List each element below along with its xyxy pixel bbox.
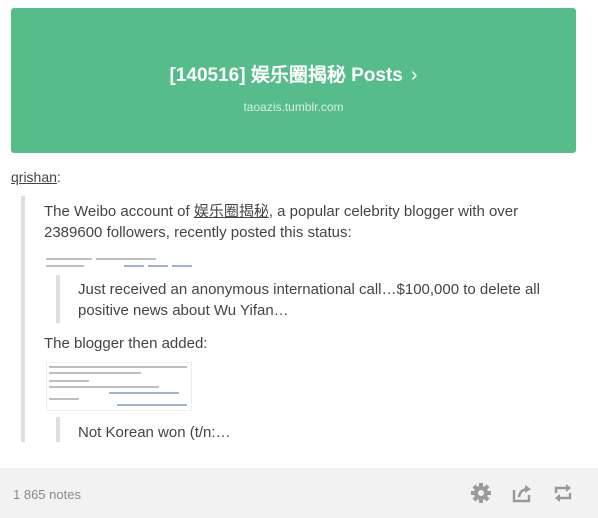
quote-block-1: Just received an anonymous international… [56, 275, 580, 323]
author-colon: : [56, 169, 61, 185]
banner-title[interactable]: [140516] 娱乐圈揭秘 Posts › [11, 60, 576, 87]
share-icon[interactable] [511, 482, 533, 504]
notes-count[interactable]: 1 865 notes [13, 487, 81, 502]
post-author: qrishan: [11, 169, 61, 185]
banner-url: taoazis.tumblr.com [243, 100, 344, 114]
weibo-screenshot-2[interactable] [46, 362, 192, 411]
banner-title-text: [140516] 娱乐圈揭秘 Posts [169, 65, 403, 86]
quote-paragraph-2: The blogger then added: [44, 335, 208, 352]
gear-icon[interactable] [470, 482, 492, 504]
weibo-account-link[interactable]: 娱乐圈揭秘 [194, 203, 269, 220]
reblog-icon[interactable] [552, 482, 574, 504]
quote-paragraph-1: The Weibo account of 娱乐圈揭秘, a popular ce… [44, 201, 574, 243]
author-link[interactable]: qrishan [11, 169, 57, 185]
reblog-quote: The Weibo account of 娱乐圈揭秘, a popular ce… [21, 196, 587, 442]
quote-block-2: Not Korean won (t/n:… [56, 417, 360, 442]
quote-2-text: Not Korean won (t/n:… [78, 424, 231, 441]
para1-text-before: The Weibo account of [44, 203, 194, 220]
blog-banner[interactable]: [140516] 娱乐圈揭秘 Posts › taoazis.tumblr.com [11, 8, 576, 153]
post-footer: 1 865 notes [0, 468, 598, 518]
chevron-right-icon: › [410, 64, 418, 86]
quote-1-text: Just received an anonymous international… [78, 281, 540, 319]
weibo-screenshot-1[interactable] [46, 257, 194, 271]
